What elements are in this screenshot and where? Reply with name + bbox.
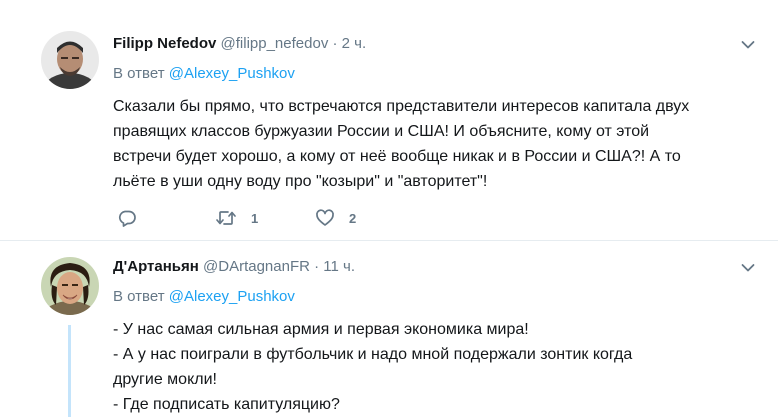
separator: · — [332, 35, 338, 52]
tweet-text-line: правящих классов буржуазии России и США!… — [113, 123, 650, 140]
tweet-text: Сказали бы прямо, что встречаются предст… — [113, 94, 758, 194]
reply-icon — [117, 208, 137, 228]
user-handle[interactable]: @filipp_nefedov — [221, 35, 329, 52]
reply-mention-link[interactable]: @Alexey_Pushkov — [169, 65, 295, 82]
reply-button[interactable] — [117, 208, 137, 228]
like-button[interactable]: 2 — [315, 208, 356, 228]
tweet-text-line: Сказали бы прямо, что встречаются предст… — [113, 98, 690, 115]
timestamp[interactable]: 2 ч. — [342, 35, 367, 52]
tweet-text-line: - Где подписать капитуляцию? — [113, 396, 340, 413]
like-count: 2 — [349, 210, 357, 226]
tweet[interactable]: Д'Артаньян @DArtagnanFR · 11 ч. В ответ … — [0, 241, 778, 417]
thread-connector-line — [68, 325, 71, 417]
avatar-photo — [41, 31, 99, 89]
reply-mention-link[interactable]: @Alexey_Pushkov — [169, 288, 295, 305]
tweet-feed: Filipp Nefedov @filipp_nefedov · 2 ч. В … — [0, 0, 778, 417]
avatar[interactable] — [41, 257, 99, 315]
reply-context: В ответ @Alexey_Pushkov — [113, 287, 758, 307]
avatar[interactable] — [41, 31, 99, 89]
tweet-text: - У нас самая сильная армия и первая эко… — [113, 317, 758, 417]
tweet-content: Д'Артаньян @DArtagnanFR · 11 ч. В ответ … — [113, 257, 758, 417]
tweet-header: Д'Артаньян @DArtagnanFR · 11 ч. — [113, 257, 758, 277]
retweet-icon — [215, 208, 237, 228]
display-name[interactable]: Filipp Nefedov — [113, 35, 216, 52]
tweet-content: Filipp Nefedov @filipp_nefedov · 2 ч. В … — [113, 34, 758, 194]
chevron-down-icon[interactable] — [740, 260, 756, 276]
tweet-text-line: льёте в уши одну воду про "козыри" и "ав… — [113, 173, 488, 190]
heart-icon — [315, 208, 335, 228]
reply-prefix: В ответ — [113, 288, 165, 305]
separator: · — [314, 258, 320, 275]
tweet-text-line: встречи будет хорошо, а кому от неё вооб… — [113, 148, 681, 165]
timestamp[interactable]: 11 ч. — [323, 258, 355, 275]
tweet-text-line: - У нас самая сильная армия и первая эко… — [113, 321, 529, 338]
tweet-header: Filipp Nefedov @filipp_nefedov · 2 ч. — [113, 34, 758, 54]
reply-prefix: В ответ — [113, 65, 165, 82]
retweet-button[interactable]: 1 — [215, 208, 258, 228]
tweet[interactable]: Filipp Nefedov @filipp_nefedov · 2 ч. В … — [0, 0, 778, 240]
retweet-count: 1 — [251, 210, 259, 226]
display-name[interactable]: Д'Артаньян — [113, 258, 199, 275]
reply-context: В ответ @Alexey_Pushkov — [113, 64, 758, 84]
tweet-text-line: - А у нас поиграли в футбольчик и надо м… — [113, 346, 633, 363]
user-handle[interactable]: @DArtagnanFR — [203, 258, 310, 275]
avatar-photo — [41, 257, 99, 315]
chevron-down-icon[interactable] — [740, 37, 756, 53]
tweet-text-line: другие мокли! — [113, 371, 217, 388]
